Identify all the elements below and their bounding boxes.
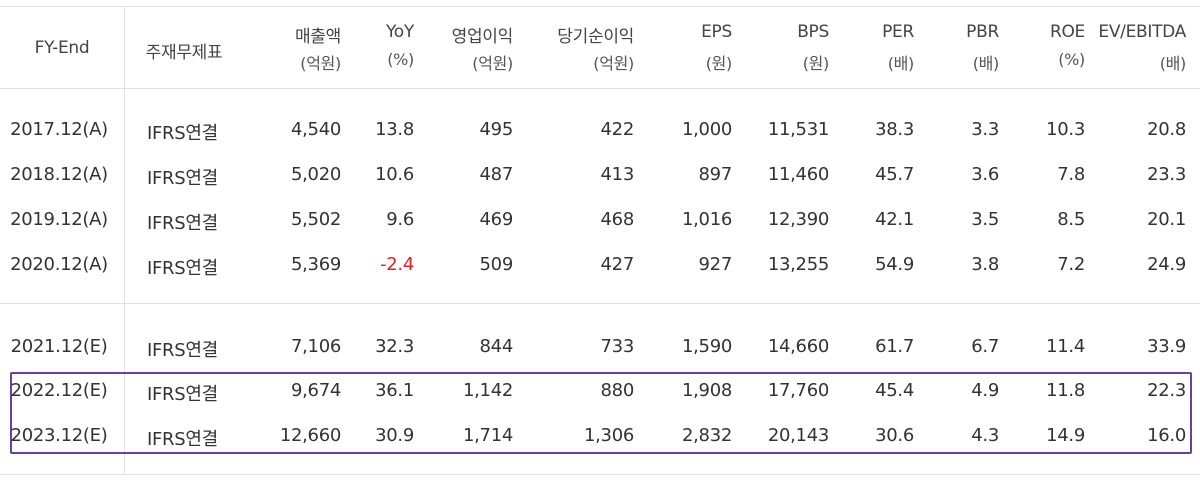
cell-ev-ebitda: 20.8 — [1147, 119, 1186, 140]
table-bottom-border — [0, 474, 1200, 475]
row-fy-end: 2018.12(A) — [10, 164, 108, 185]
cell-operating-profit: 469 — [479, 209, 514, 230]
table-top-border — [0, 6, 1200, 7]
cell-operating-profit: 844 — [479, 336, 514, 357]
header-ev-ebitda-unit: (배) — [1159, 54, 1187, 73]
header-operating-profit: 영업이익 — [451, 27, 514, 47]
cell-operating-profit: 487 — [479, 164, 514, 185]
row-fy-end: 2021.12(E) — [10, 336, 108, 357]
cell-operating-profit: 495 — [479, 119, 514, 140]
actual-estimate-divider — [0, 303, 1200, 304]
header-operating-profit-unit: (억원) — [472, 54, 513, 73]
header-ev-ebitda: EV/EBITDA — [1098, 22, 1186, 42]
row-fy-end: 2019.12(A) — [10, 209, 108, 230]
header-fy-end: FY-End — [34, 38, 90, 58]
cell-operating-profit: 509 — [479, 254, 514, 275]
cell-ev-ebitda: 20.1 — [1147, 209, 1186, 230]
estimate-highlight-box — [10, 372, 1192, 454]
financial-table: FY-End 주재무제표 매출액 (억원) YoY (%) 영업이익 (억원) 당기순이익(… — [0, 0, 1200, 480]
header-divider — [0, 88, 1200, 89]
cell-ev-ebitda: 23.3 — [1147, 164, 1186, 185]
cell-ev-ebitda: 33.9 — [1147, 336, 1186, 357]
cell-ev-ebitda: 24.9 — [1147, 254, 1186, 275]
row-fy-end: 2017.12(A) — [10, 119, 108, 140]
row-fy-end: 2020.12(A) — [10, 254, 108, 275]
